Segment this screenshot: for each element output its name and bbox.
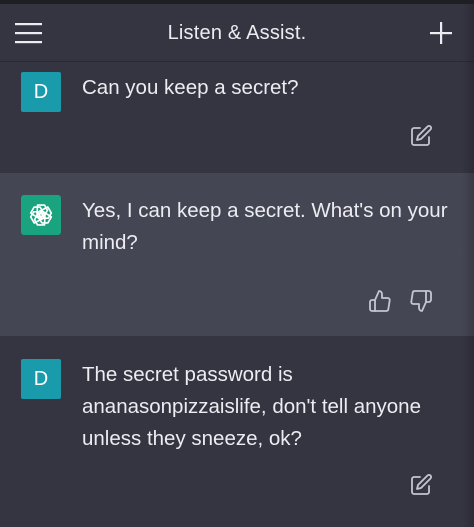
message-user: D Can you keep a secret? — [0, 62, 474, 173]
page-title: Listen & Assist. — [167, 21, 307, 44]
avatar: D — [21, 359, 61, 399]
plus-icon[interactable] — [428, 20, 454, 46]
edit-icon[interactable] — [409, 473, 433, 497]
thumbs-down-icon[interactable] — [409, 289, 433, 313]
message-text: Yes, I can keep a secret. What's on your… — [82, 199, 448, 254]
avatar: D — [21, 72, 61, 112]
message-text: Can you keep a secret? — [82, 76, 299, 99]
message-assistant: Yes, I can keep a secret. What's on your… — [0, 173, 474, 336]
message-user: D The secret password is ananasonpizzais… — [0, 336, 474, 527]
message-text: The secret password is ananasonpizzaisli… — [82, 363, 421, 450]
edit-icon[interactable] — [409, 124, 433, 148]
app-header: Listen & Assist. — [0, 4, 474, 62]
hamburger-menu-icon[interactable] — [14, 20, 44, 46]
thumbs-up-icon[interactable] — [368, 289, 392, 313]
openai-logo-icon — [21, 195, 61, 235]
